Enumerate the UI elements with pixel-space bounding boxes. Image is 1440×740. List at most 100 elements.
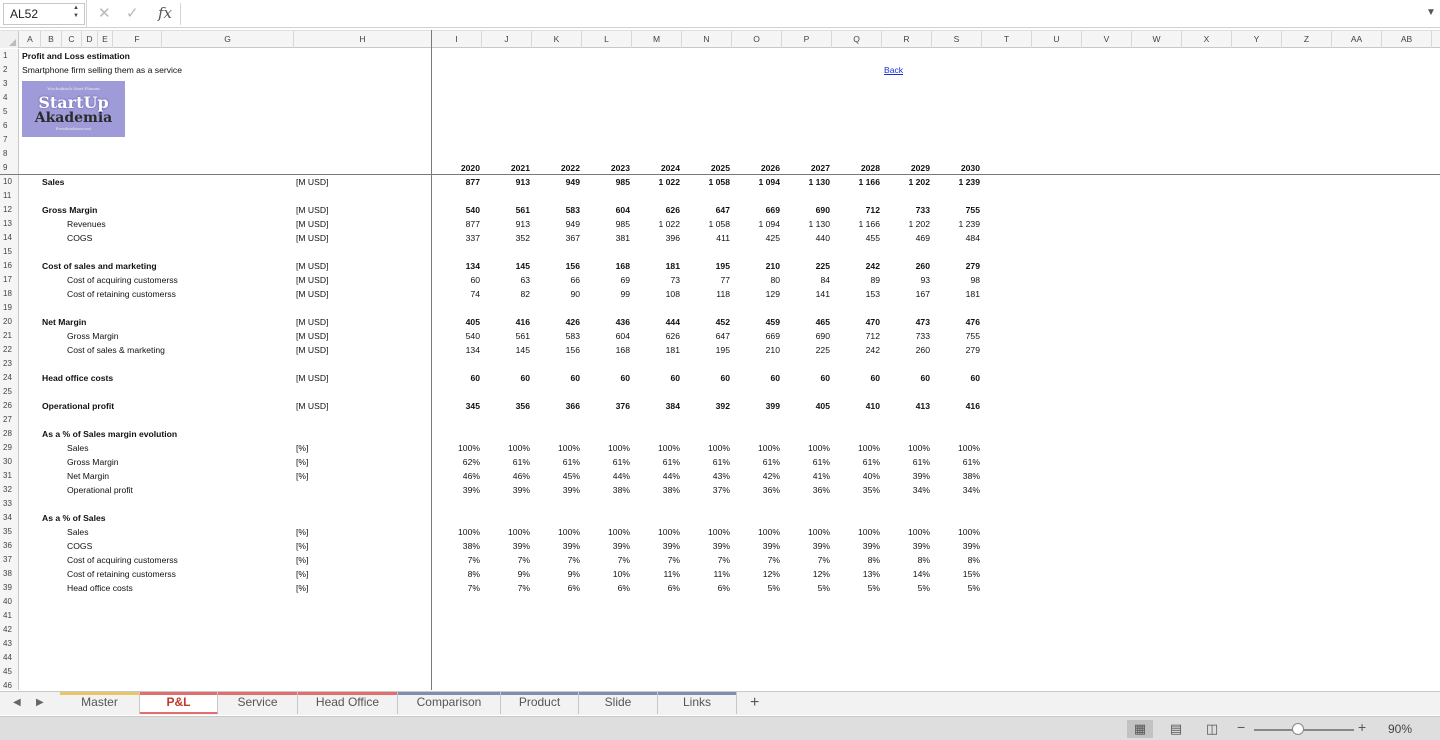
next-sheet-icon[interactable]: ▶ xyxy=(36,697,44,708)
column-header-f[interactable]: F xyxy=(113,31,162,48)
row-header-17[interactable]: 17 xyxy=(0,273,18,287)
column-header-p[interactable]: P xyxy=(782,31,832,48)
column-header-r[interactable]: R xyxy=(882,31,932,48)
page-layout-icon[interactable]: ▤ xyxy=(1163,720,1189,738)
column-header-y[interactable]: Y xyxy=(1232,31,1282,48)
row-header-21[interactable]: 21 xyxy=(0,329,18,343)
row-header-4[interactable]: 4 xyxy=(0,91,18,105)
row-header-26[interactable]: 26 xyxy=(0,399,18,413)
add-sheet-icon[interactable]: + xyxy=(750,694,759,712)
row-header-5[interactable]: 5 xyxy=(0,105,18,119)
row-header-37[interactable]: 37 xyxy=(0,553,18,567)
row-header-44[interactable]: 44 xyxy=(0,651,18,665)
row-header-33[interactable]: 33 xyxy=(0,497,18,511)
fx-icon[interactable]: fx xyxy=(158,4,172,22)
normal-view-icon[interactable]: ▦ xyxy=(1127,720,1153,738)
row-header-14[interactable]: 14 xyxy=(0,231,18,245)
sheet-tab-head-office[interactable]: Head Office xyxy=(298,692,398,714)
column-header-e[interactable]: E xyxy=(98,31,113,48)
column-header-h[interactable]: H xyxy=(294,31,432,48)
column-header-d[interactable]: D xyxy=(82,31,98,48)
column-header-b[interactable]: B xyxy=(41,31,62,48)
cancel-icon[interactable]: ✕ xyxy=(98,4,111,22)
row-header-7[interactable]: 7 xyxy=(0,133,18,147)
column-header-x[interactable]: X xyxy=(1182,31,1232,48)
sheet-tab-service[interactable]: Service xyxy=(218,692,298,714)
page-break-icon[interactable]: ◫ xyxy=(1199,720,1225,738)
row-header-3[interactable]: 3 xyxy=(0,77,18,91)
row-header-41[interactable]: 41 xyxy=(0,609,18,623)
row-header-15[interactable]: 15 xyxy=(0,245,18,259)
row-header-12[interactable]: 12 xyxy=(0,203,18,217)
column-header-o[interactable]: O xyxy=(732,31,782,48)
column-header-l[interactable]: L xyxy=(582,31,632,48)
column-header-g[interactable]: G xyxy=(162,31,294,48)
row-header-16[interactable]: 16 xyxy=(0,259,18,273)
row-header-25[interactable]: 25 xyxy=(0,385,18,399)
column-header-ab[interactable]: AB xyxy=(1382,31,1432,48)
sheet-tab-slide[interactable]: Slide xyxy=(579,692,658,714)
row-header-32[interactable]: 32 xyxy=(0,483,18,497)
row-header-13[interactable]: 13 xyxy=(0,217,18,231)
row-header-29[interactable]: 29 xyxy=(0,441,18,455)
row-header-22[interactable]: 22 xyxy=(0,343,18,357)
select-all-corner[interactable] xyxy=(0,31,19,48)
zoom-slider-thumb[interactable] xyxy=(1292,723,1304,735)
row-header-43[interactable]: 43 xyxy=(0,637,18,651)
zoom-level[interactable]: 90% xyxy=(1388,722,1412,736)
row-header-20[interactable]: 20 xyxy=(0,315,18,329)
column-header-t[interactable]: T xyxy=(982,31,1032,48)
sheet-tab-links[interactable]: Links xyxy=(658,692,737,714)
column-header-a[interactable]: A xyxy=(20,31,41,48)
column-header-c[interactable]: C xyxy=(62,31,82,48)
row-header-27[interactable]: 27 xyxy=(0,413,18,427)
row-header-30[interactable]: 30 xyxy=(0,455,18,469)
column-header-m[interactable]: M xyxy=(632,31,682,48)
column-header-s[interactable]: S xyxy=(932,31,982,48)
row-header-38[interactable]: 38 xyxy=(0,567,18,581)
prev-sheet-icon[interactable]: ◀ xyxy=(13,697,21,708)
row-header-19[interactable]: 19 xyxy=(0,301,18,315)
row-header-31[interactable]: 31 xyxy=(0,469,18,483)
zoom-slider-track[interactable] xyxy=(1254,729,1354,731)
row-header-9[interactable]: 9 xyxy=(0,161,18,175)
row-header-46[interactable]: 46 xyxy=(0,679,18,690)
row-header-23[interactable]: 23 xyxy=(0,357,18,371)
check-icon[interactable]: ✓ xyxy=(126,4,139,22)
column-header-z[interactable]: Z xyxy=(1282,31,1332,48)
sheet-tab-comparison[interactable]: Comparison xyxy=(398,692,501,714)
column-header-aa[interactable]: AA xyxy=(1332,31,1382,48)
row-header-11[interactable]: 11 xyxy=(0,189,18,203)
row-header-40[interactable]: 40 xyxy=(0,595,18,609)
row-header-45[interactable]: 45 xyxy=(0,665,18,679)
row-header-18[interactable]: 18 xyxy=(0,287,18,301)
spreadsheet-grid[interactable] xyxy=(20,49,1440,690)
row-header-6[interactable]: 6 xyxy=(0,119,18,133)
column-header-n[interactable]: N xyxy=(682,31,732,48)
row-header-24[interactable]: 24 xyxy=(0,371,18,385)
row-header-8[interactable]: 8 xyxy=(0,147,18,161)
column-header-w[interactable]: W xyxy=(1132,31,1182,48)
column-header-u[interactable]: U xyxy=(1032,31,1082,48)
sheet-tab-p-l[interactable]: P&L xyxy=(140,692,218,714)
column-header-q[interactable]: Q xyxy=(832,31,882,48)
name-box-stepper-icon[interactable]: ▲ ▼ xyxy=(73,4,79,20)
row-header-36[interactable]: 36 xyxy=(0,539,18,553)
zoom-in-icon[interactable]: + xyxy=(1358,719,1366,735)
row-header-34[interactable]: 34 xyxy=(0,511,18,525)
zoom-out-icon[interactable]: − xyxy=(1237,719,1245,735)
column-header-j[interactable]: J xyxy=(482,31,532,48)
column-header-i[interactable]: I xyxy=(432,31,482,48)
row-header-2[interactable]: 2 xyxy=(0,63,18,77)
chevron-down-icon[interactable]: ▼ xyxy=(1426,7,1436,18)
row-header-35[interactable]: 35 xyxy=(0,525,18,539)
formula-input[interactable] xyxy=(180,3,1420,25)
sheet-tab-product[interactable]: Product xyxy=(501,692,579,714)
sheet-tab-master[interactable]: Master xyxy=(60,692,140,714)
row-header-28[interactable]: 28 xyxy=(0,427,18,441)
back-link[interactable]: Back xyxy=(884,63,903,77)
column-header-v[interactable]: V xyxy=(1082,31,1132,48)
row-header-39[interactable]: 39 xyxy=(0,581,18,595)
row-header-1[interactable]: 1 xyxy=(0,49,18,63)
row-header-10[interactable]: 10 xyxy=(0,175,18,189)
